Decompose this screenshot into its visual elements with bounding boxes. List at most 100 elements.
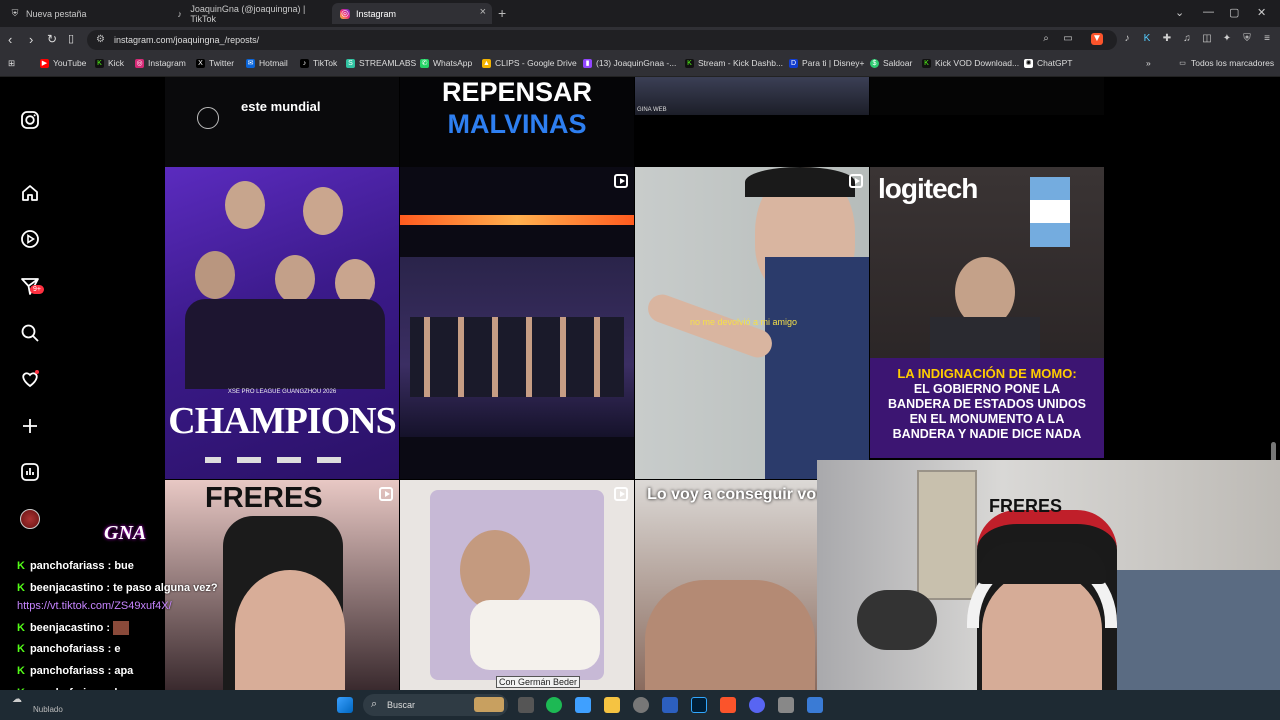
post-title-1: REPENSAR [441,77,593,107]
photoshop-icon[interactable] [691,697,707,713]
brave-taskbar-icon[interactable] [720,697,736,713]
media-icon[interactable]: ♫ [1181,33,1193,45]
weather-icon: ☁ [12,694,22,705]
bed [1107,570,1280,690]
extensions-icon[interactable]: ✚ [1161,33,1173,45]
leo-icon[interactable]: ✦ [1221,33,1233,45]
guest-caption: Con Germán Beder [496,676,581,688]
sidebar-toggle-icon[interactable]: ◫ [1201,33,1213,45]
vpn-icon[interactable]: ⛨ [1241,33,1253,45]
tab-instagram[interactable]: ◎ Instagram × [332,3,492,24]
bookmark-chatgpt[interactable]: ✺ ChatGPT [1024,58,1072,68]
file-explorer-icon[interactable] [604,697,620,713]
team-photo [185,181,385,389]
post-repensar-malvinas[interactable]: REPENSAR MALVINAS [400,77,634,167]
create-icon[interactable] [20,416,40,436]
extension-2-icon[interactable]: K [1141,33,1153,45]
kick-icon: K [17,665,25,677]
app-2-icon[interactable] [807,697,823,713]
bookmark-twitter[interactable]: X Twitter [196,58,234,68]
windows-taskbar: ☁ Nublado ⌕ Buscar [0,690,1280,720]
new-tab-button[interactable]: + [498,5,506,21]
post-champions[interactable]: XSE PRO LEAGUE GUANGZHOU 2026 CHAMPIONS [165,167,399,479]
back-icon[interactable]: ‹ [8,32,12,47]
close-window-icon[interactable]: ✕ [1257,6,1266,19]
instagram-logo-icon[interactable] [20,110,40,130]
chat-message: Kpanchofariass : bue [17,560,134,572]
post-este-mundial[interactable]: este mundial [165,77,399,167]
task-view-icon[interactable] [518,697,534,713]
zoom-icon[interactable]: ⌕ [1040,33,1052,45]
tab-tiktok[interactable]: ♪ JoaquinGna (@joaquingna) | TikTok [167,3,332,24]
apps-icon[interactable]: ⊞ [8,58,15,69]
momo-banner: LA INDIGNACIÓN DE MOMO: EL GOBIERNO PONE… [870,358,1104,458]
kick-icon: K [17,621,25,634]
address-toolbar: ‹ › ↻ ▯ ⚙ instagram.com/joaquingna_/repos… [0,27,1280,53]
cast-icon[interactable]: ▭ [1062,33,1074,45]
bookmark-clips-drive[interactable]: ▲ CLIPS - Google Drive [482,58,577,68]
bookmark-kick-dashboard[interactable]: K Stream - Kick Dashb... [685,58,783,68]
brave-shield-icon[interactable]: ▼ [1091,33,1103,45]
spotify-icon[interactable] [546,697,562,713]
windows-start-icon[interactable] [337,697,353,713]
emote-icon [113,621,130,635]
post-trophy-stage[interactable] [400,167,634,479]
app-icon[interactable] [778,697,794,713]
search-icon: ⌕ [371,698,378,710]
notifications-heart-icon[interactable] [20,369,40,389]
all-bookmarks[interactable]: ▭ Todos los marcadores [1178,58,1274,68]
bookmark-saldoar[interactable]: $ Saldoar [870,58,912,68]
url-field[interactable]: ⚙ instagram.com/joaquingna_/reposts/ [87,30,1117,50]
tiktok-icon: ♪ [177,8,182,19]
league-name: XSE PRO LEAGUE GUANGZHOU 2026 [227,389,337,395]
bookmark-tiktok[interactable]: ♪ TikTok [300,58,337,68]
home-icon[interactable] [20,183,40,203]
reels-icon[interactable] [20,229,40,249]
minimize-icon[interactable]: — [1203,6,1214,18]
post-caption: este mundial [241,99,321,114]
post-gina-web[interactable]: GINA WEB [635,77,869,115]
stream-chat-overlay: GNA Kpanchofariass : bue Kbeenjacastino … [0,520,230,705]
discord-icon[interactable] [749,697,765,713]
obs-icon[interactable] [633,697,649,713]
bookmark-disney[interactable]: D Para ti | Disney+ [789,58,864,68]
reload-icon[interactable]: ↻ [47,32,57,46]
kick-icon: K [17,582,25,594]
more-bookmarks-icon[interactable]: » [1146,58,1151,68]
post-conseguir[interactable]: Lo voy a conseguir vos ❣ [635,480,817,690]
bookmark-twitch[interactable]: ▮ (13) JoaquinGnaa -... [583,58,676,68]
extension-1-icon[interactable]: ♪ [1121,33,1133,45]
freres-sign: FRERES [205,482,323,514]
dashboard-icon[interactable] [20,462,40,482]
reel-icon [849,174,863,188]
tab-bar: ⛨ Nueva pestaña ♪ JoaquinGna (@joaquingna)… [0,0,1280,27]
reel-icon [614,174,628,188]
bookmark-streamlabs[interactable]: S STREAMLABS [346,58,416,68]
bookmark-kick[interactable]: K Kick [95,58,124,68]
vegas-icon[interactable] [662,697,678,713]
bookmark-youtube[interactable]: ▶ YouTube [40,58,86,68]
argentina-flag [1030,177,1070,247]
taskbar-search[interactable]: ⌕ Buscar [363,694,508,716]
bookmark-hotmail[interactable]: ✉ Hotmail [246,58,288,68]
forward-icon[interactable]: › [29,32,33,47]
conseguir-caption: Lo voy a conseguir vos ❣ [647,486,817,503]
bookmark-kick-vod[interactable]: K Kick VOD Download... [922,58,1019,68]
bookmark-icon[interactable]: ▯ [68,32,74,45]
close-tab-icon[interactable]: × [480,6,486,18]
search-icon[interactable] [20,323,40,343]
post-clip-amigo[interactable]: no me devolvió a mi amigo [635,167,869,479]
bookmark-instagram[interactable]: ◎ Instagram [135,58,186,68]
tab-list-icon[interactable]: ⌄ [1175,6,1184,19]
bookmark-whatsapp[interactable]: ✆ WhatsApp [420,58,472,68]
tab-new-tab[interactable]: ⛨ Nueva pestaña [2,3,167,24]
post-dark[interactable] [870,77,1104,115]
post-german-beder[interactable]: Con Germán Beder [400,480,634,690]
menu-icon[interactable]: ≡ [1261,33,1273,45]
reel-icon [614,487,628,501]
cam-freres-sign: FRERES [989,496,1063,516]
notepad-icon[interactable] [575,697,591,713]
chat-message: Kpanchofariass : apa [17,665,134,677]
site-settings-icon[interactable]: ⚙ [96,34,105,45]
maximize-icon[interactable]: ▢ [1229,6,1239,19]
